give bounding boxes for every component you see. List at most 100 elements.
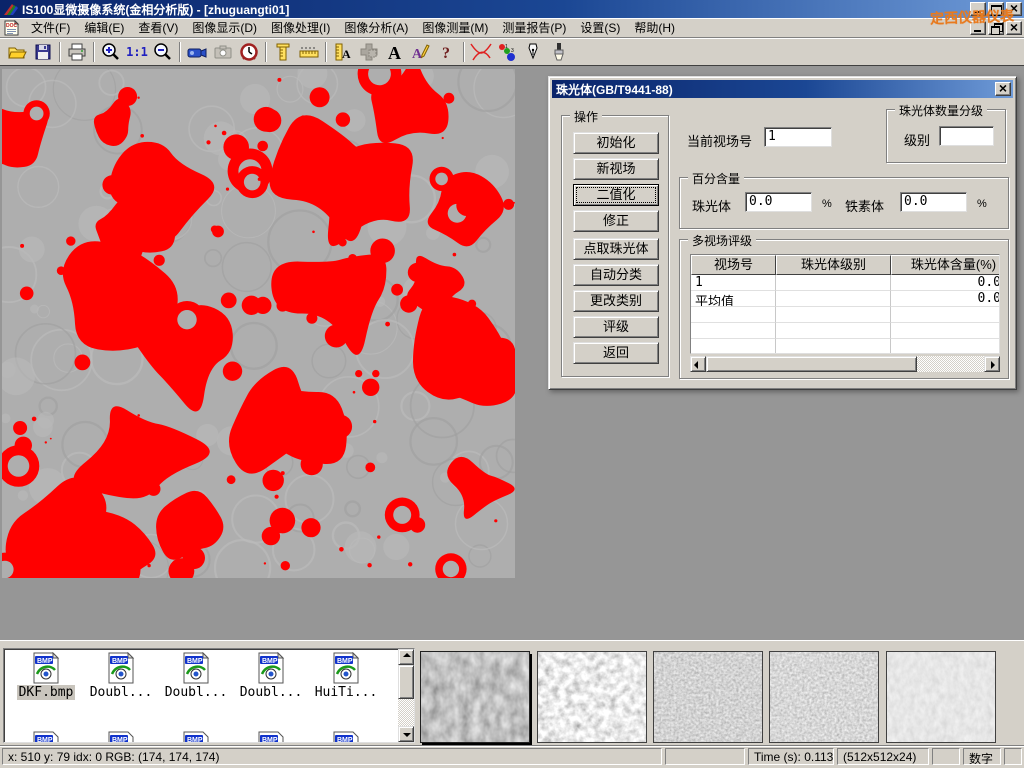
new-field-button[interactable]: 新视场 xyxy=(573,158,659,180)
col-pearlite-grade[interactable]: 珠光体级别 xyxy=(776,255,891,275)
dialog-close-button[interactable] xyxy=(995,82,1011,96)
scroll-down-button[interactable] xyxy=(398,726,414,742)
status-bar: x: 510 y: 79 idx: 0 RGB: (174, 174, 174)… xyxy=(0,745,1024,768)
menu-item-file[interactable]: 文件(F) xyxy=(24,17,77,38)
file-name[interactable]: DKF.bmp xyxy=(17,685,76,700)
col-field-no[interactable]: 视场号 xyxy=(691,255,776,275)
mdi-close-button[interactable] xyxy=(1006,21,1022,35)
scrollbar-thumb[interactable] xyxy=(706,356,917,372)
print-button[interactable] xyxy=(64,40,90,64)
file-item[interactable]: BMP xyxy=(160,731,232,743)
correct-button[interactable]: 修正 xyxy=(573,210,659,232)
operations-group: 操作 初始化 新视场 二值化 修正 点取珠光体 自动分类 更改类别 评级 返回 xyxy=(561,115,669,377)
current-field-input[interactable]: 1 xyxy=(764,127,832,147)
help-button[interactable]: ? xyxy=(434,40,460,64)
menu-item-image-measure[interactable]: 图像测量(M) xyxy=(415,17,495,38)
initialize-button[interactable]: 初始化 xyxy=(573,132,659,154)
mdi-minimize-button[interactable] xyxy=(970,21,986,35)
table-row[interactable]: 平均值 0.0 xyxy=(691,291,1000,307)
curve-tool-button[interactable] xyxy=(468,40,494,64)
dialog-title-bar[interactable]: 珠光体(GB/T9441-88) xyxy=(552,80,1013,98)
close-button[interactable] xyxy=(1006,2,1022,16)
menu-item-image-processing[interactable]: 图像处理(I) xyxy=(264,17,337,38)
pearlite-input[interactable]: 0.0 xyxy=(745,192,812,212)
file-list-scrollbar[interactable] xyxy=(398,649,414,742)
return-button[interactable]: 返回 xyxy=(573,342,659,364)
letter-a-icon: A xyxy=(385,42,405,62)
file-name[interactable]: Doubl... xyxy=(88,685,155,700)
menu-item-settings[interactable]: 设置(S) xyxy=(573,17,627,38)
camera-capture-button[interactable] xyxy=(210,40,236,64)
menu-item-image-analysis[interactable]: 图像分析(A) xyxy=(337,17,415,38)
actual-size-button[interactable]: 1:1 xyxy=(124,40,150,64)
app-logo-icon xyxy=(3,2,19,16)
file-item[interactable]: BMP DKF.bmp xyxy=(10,652,82,700)
cell-grade xyxy=(776,291,891,307)
scroll-right-button[interactable] xyxy=(984,356,1000,372)
file-item[interactable]: BMP xyxy=(310,731,382,743)
minimize-button[interactable] xyxy=(970,2,986,16)
maximize-button[interactable] xyxy=(988,2,1004,16)
file-list[interactable]: BMP DKF.bmp BMP Doubl... BMP xyxy=(3,648,415,743)
toolbar-separator xyxy=(59,42,61,62)
curve-icon xyxy=(469,42,493,62)
thumbnail-micrograph-1[interactable] xyxy=(420,651,530,743)
change-class-button[interactable]: 更改类别 xyxy=(573,290,659,312)
timer-button[interactable] xyxy=(236,40,262,64)
file-name[interactable]: Doubl... xyxy=(163,685,230,700)
caliper-button[interactable] xyxy=(270,40,296,64)
menu-item-help[interactable]: 帮助(H) xyxy=(627,17,682,38)
grade-button[interactable]: 评级 xyxy=(573,316,659,338)
file-item[interactable]: BMP HuiTi... xyxy=(310,652,382,700)
file-item[interactable]: BMP xyxy=(85,731,157,743)
ferrite-input[interactable]: 0.0 xyxy=(900,192,967,212)
table-row[interactable]: 1 0.0 xyxy=(691,275,1000,291)
scrollbar-thumb[interactable] xyxy=(398,665,414,699)
zoom-out-button[interactable] xyxy=(150,40,176,64)
thumbnail-micrograph-5[interactable] xyxy=(886,651,996,743)
measure-annotate-button[interactable]: A xyxy=(330,40,356,64)
menu-item-image-display[interactable]: 图像显示(D) xyxy=(185,17,264,38)
rating-table[interactable]: 视场号 珠光体级别 珠光体含量(%) 铁素体 1 0.0 平均值 xyxy=(690,254,1000,354)
zoom-in-button[interactable] xyxy=(98,40,124,64)
status-time: Time (s): 0.113 xyxy=(748,748,834,765)
open-file-button[interactable] xyxy=(4,40,30,64)
file-name[interactable]: Doubl... xyxy=(238,685,305,700)
colored-balls-icon: 1 3 xyxy=(496,42,518,62)
ferrite-label: 铁素体 xyxy=(845,196,884,215)
text-annotate-button[interactable]: A xyxy=(382,40,408,64)
save-button[interactable] xyxy=(30,40,56,64)
edit-annotate-button[interactable]: A xyxy=(408,40,434,64)
thumbnail-micrograph-3[interactable] xyxy=(653,651,763,743)
auto-classify-button[interactable]: 自动分类 xyxy=(573,264,659,286)
micrograph-binary-image[interactable] xyxy=(2,69,515,578)
brush-tool-button[interactable] xyxy=(546,40,572,64)
merge-button[interactable] xyxy=(356,40,382,64)
col-pearlite-content[interactable]: 珠光体含量(%) xyxy=(891,255,1000,275)
classify-particles-button[interactable]: 1 3 xyxy=(494,40,520,64)
scroll-up-button[interactable] xyxy=(398,649,414,665)
ruler-button[interactable] xyxy=(296,40,322,64)
thumbnail-micrograph-4[interactable] xyxy=(769,651,879,743)
mdi-restore-button[interactable] xyxy=(988,21,1004,35)
file-name[interactable]: HuiTi... xyxy=(313,685,380,700)
percent-group-label: 百分含量 xyxy=(688,170,744,187)
table-horizontal-scrollbar[interactable] xyxy=(690,356,1000,372)
scroll-left-button[interactable] xyxy=(690,356,706,372)
file-item[interactable]: BMP Doubl... xyxy=(85,652,157,700)
zoom-in-icon xyxy=(101,42,121,62)
file-item[interactable]: BMP Doubl... xyxy=(160,652,232,700)
file-item[interactable]: BMP xyxy=(10,731,82,743)
file-item[interactable]: BMP Doubl... xyxy=(235,652,307,700)
menu-item-measure-report[interactable]: 测量报告(P) xyxy=(495,17,573,38)
binarize-button[interactable]: 二值化 xyxy=(573,184,659,206)
ferrite-percent-sign: % xyxy=(977,198,987,210)
video-capture-button[interactable] xyxy=(184,40,210,64)
pen-tool-button[interactable] xyxy=(520,40,546,64)
grade-input[interactable] xyxy=(939,126,994,146)
menu-item-edit[interactable]: 编辑(E) xyxy=(77,17,131,38)
menu-item-view[interactable]: 查看(V) xyxy=(131,17,185,38)
thumbnail-micrograph-2[interactable] xyxy=(537,651,647,743)
file-item[interactable]: BMP xyxy=(235,731,307,743)
pick-pearlite-button[interactable]: 点取珠光体 xyxy=(573,238,659,260)
